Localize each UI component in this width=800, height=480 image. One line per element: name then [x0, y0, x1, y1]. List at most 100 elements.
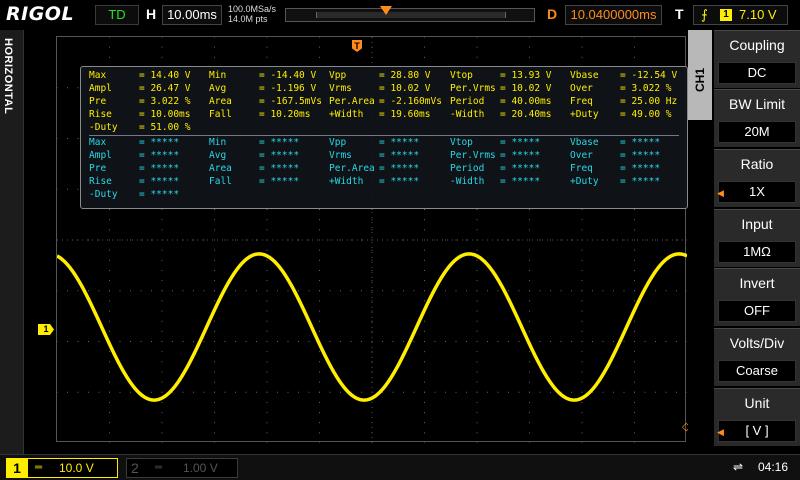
grid-dot [109, 371, 110, 373]
measurement-value: = ***** [139, 150, 180, 161]
grid-dot [161, 330, 163, 332]
grid-dot [424, 351, 425, 353]
grid-dot [256, 341, 257, 342]
horizontal-side-tab[interactable]: HORIZONTAL [0, 30, 24, 454]
menu-input[interactable]: Input 1MΩ [714, 209, 800, 267]
menu-invert[interactable]: Invert OFF [714, 268, 800, 326]
grid-dot [319, 219, 320, 221]
grid-dot [57, 341, 58, 342]
grid-dot [560, 290, 562, 292]
grid-dot [214, 249, 215, 251]
grid-dot [424, 219, 425, 221]
grid-dot [214, 46, 215, 48]
menu-volts-div-value: Coarse [718, 360, 796, 382]
grid-dot [644, 341, 646, 342]
grid-dot [266, 310, 268, 312]
grid-dot [644, 239, 646, 241]
grid-dot [298, 341, 299, 342]
grid-dot [67, 290, 68, 292]
measurement-value: = 40.00ms [500, 96, 552, 107]
grid-dot [403, 341, 404, 342]
grid-dot [161, 361, 163, 363]
grid-dot [319, 351, 320, 353]
grid-dot [256, 290, 257, 292]
grid-dot [214, 401, 215, 403]
measurement-value: = -167.5mVs [259, 96, 322, 107]
grid-dot [172, 341, 173, 342]
grid-dot [518, 239, 520, 241]
grid-dot [529, 330, 530, 332]
grid-dot [424, 280, 425, 282]
grid-dot [319, 381, 320, 383]
grid-dot [266, 300, 268, 302]
menu-volts-div[interactable]: Volts/Div Coarse [714, 328, 800, 386]
grid-dot [476, 391, 478, 393]
measurement-label: Avg [209, 83, 227, 94]
grid-dot [581, 56, 583, 58]
usb-icon: ⇌ [733, 460, 744, 474]
grid-dot [623, 391, 625, 393]
memory-position-track[interactable] [285, 6, 535, 22]
grid-dot [529, 361, 530, 363]
grid-dot [665, 391, 667, 393]
grid-dot [476, 330, 478, 332]
ch1-menu-tab[interactable]: CH1 [688, 30, 712, 120]
measurement-value: = ***** [139, 163, 180, 174]
grid-dot [214, 412, 215, 414]
grid-dot [161, 371, 163, 373]
ch1-ground-marker[interactable]: 1 [38, 324, 54, 335]
grid-dot [214, 351, 215, 353]
grid-dot [686, 290, 687, 292]
grid-dot [224, 341, 226, 342]
grid-dot [266, 37, 268, 38]
timebase-readout[interactable]: 10.00ms [162, 5, 222, 25]
grid-dot [550, 239, 551, 241]
grid-dot [319, 310, 320, 312]
grid-dot [350, 290, 352, 292]
delay-readout[interactable]: 10.0400000ms [565, 5, 662, 25]
measurement-label: Period [450, 96, 485, 107]
grid-dot [308, 239, 310, 241]
grid-dot [256, 391, 257, 393]
measurement-value: = 3.022 % [620, 83, 672, 94]
horizontal-label: H [146, 6, 157, 22]
grid-dot [581, 442, 583, 443]
grid-dot [518, 391, 520, 393]
measurement-label: Over [570, 83, 593, 94]
menu-unit[interactable]: Unit [ V ] ◀ [714, 388, 800, 446]
grid-dot [109, 442, 110, 443]
grid-dot [539, 341, 541, 342]
rising-edge-icon: ⨍ [701, 7, 708, 22]
grid-dot [77, 341, 79, 342]
ch1-status[interactable]: 1 ═ 10.0 V [6, 458, 118, 478]
menu-coupling[interactable]: Coupling DC [714, 30, 800, 88]
grid-dot [560, 341, 562, 342]
menu-ratio[interactable]: Ratio 1X ◀ [714, 149, 800, 207]
measurement-value: = 10.02 V [500, 83, 552, 94]
grid-dot [161, 320, 163, 322]
grid-dot [77, 138, 79, 139]
grid-dot [319, 46, 320, 48]
grid-dot [634, 351, 635, 353]
measurement-value: = 28.80 V [379, 70, 431, 81]
grid-dot [371, 330, 373, 332]
grid-dot [634, 280, 635, 282]
grid-dot [266, 381, 268, 383]
measurement-label: Min [209, 70, 227, 81]
trigger-readout[interactable]: ⨍ 1 7.10 V [693, 5, 788, 25]
menu-bw-limit[interactable]: BW Limit 20M [714, 89, 800, 147]
grid-dot [371, 310, 373, 312]
grid-dot [109, 412, 110, 414]
measurement-label: Vpp [329, 70, 347, 81]
run-state-badge[interactable]: TD [95, 5, 139, 25]
grid-dot [109, 391, 110, 393]
grid-dot [634, 209, 635, 211]
grid-dot [602, 391, 604, 393]
grid-dot [581, 269, 583, 271]
ch2-status[interactable]: 2 ═ 1.00 V [126, 458, 238, 478]
grid-dot [476, 412, 478, 414]
grid-dot [109, 401, 110, 403]
grid-dot [455, 290, 457, 292]
grid-dot [277, 341, 278, 342]
grid-dot [77, 87, 79, 89]
